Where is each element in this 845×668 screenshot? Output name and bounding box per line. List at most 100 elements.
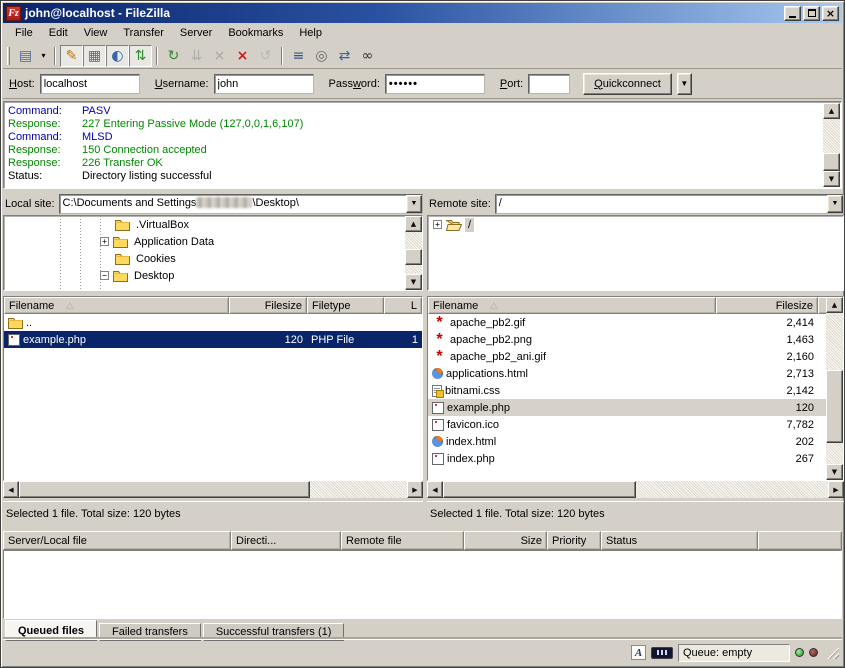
column-header-l[interactable]: L bbox=[384, 297, 422, 314]
site-manager-dropdown-button[interactable]: ▾ bbox=[37, 45, 50, 67]
file-row-bitnami-css[interactable]: bitnami.css2,142 bbox=[428, 382, 843, 399]
remote-site-combobox[interactable]: / ▼ bbox=[495, 194, 844, 214]
queue-column-priority[interactable]: Priority bbox=[547, 531, 601, 550]
scroll-up-button[interactable]: ▲ bbox=[405, 216, 422, 232]
scroll-down-button[interactable]: ▼ bbox=[823, 171, 840, 187]
tab-queued-files[interactable]: Queued files bbox=[5, 620, 97, 641]
menu-bookmarks[interactable]: Bookmarks bbox=[220, 24, 291, 42]
scrollbar-thumb[interactable] bbox=[443, 481, 636, 498]
scroll-right-button[interactable]: ▶ bbox=[407, 481, 423, 498]
tree-item-application-data[interactable]: +Application Data bbox=[4, 233, 422, 250]
collapse-icon[interactable]: − bbox=[100, 271, 109, 280]
disconnect-button[interactable]: × bbox=[231, 45, 254, 67]
column-header-filetype[interactable]: Filetype bbox=[307, 297, 384, 314]
scrollbar-track[interactable] bbox=[405, 232, 422, 274]
resize-grip[interactable] bbox=[826, 646, 839, 659]
remote-list-scrollbar[interactable]: ▲ ▼ bbox=[826, 297, 843, 480]
local-site-combobox[interactable]: C:\Documents and Settings\Desktop\ ▼ bbox=[59, 194, 423, 214]
column-header-filesize[interactable]: Filesize bbox=[716, 297, 818, 314]
queue-column-status[interactable]: Status bbox=[601, 531, 758, 550]
file-row-item[interactable]: .. bbox=[4, 314, 422, 331]
maximize-button[interactable] bbox=[803, 6, 820, 21]
file-row-apache-pb2-png[interactable]: *apache_pb2.png1,463 bbox=[428, 331, 843, 348]
menu-file[interactable]: File bbox=[7, 24, 41, 42]
password-input[interactable] bbox=[385, 74, 485, 94]
scrollbar-track[interactable] bbox=[19, 481, 407, 498]
filter-button[interactable]: ≡ bbox=[287, 45, 310, 67]
close-button[interactable]: × bbox=[822, 6, 839, 21]
log-scrollbar[interactable]: ▲ ▼ bbox=[823, 103, 840, 187]
menu-server[interactable]: Server bbox=[172, 24, 220, 42]
scroll-up-button[interactable]: ▲ bbox=[826, 297, 843, 313]
scroll-left-button[interactable]: ◀ bbox=[3, 481, 19, 498]
scroll-down-button[interactable]: ▼ bbox=[826, 464, 843, 480]
scroll-up-button[interactable]: ▲ bbox=[823, 103, 840, 119]
column-header-filename[interactable]: Filename△ bbox=[4, 297, 229, 314]
status-bar: A Queue: empty bbox=[3, 639, 842, 665]
column-header-filesize[interactable]: Filesize bbox=[229, 297, 307, 314]
speed-limit-icon[interactable] bbox=[651, 647, 673, 659]
file-row-applications-html[interactable]: applications.html2,713 bbox=[428, 365, 843, 382]
expand-icon[interactable]: + bbox=[100, 237, 109, 246]
filesize-cell: 120 bbox=[229, 331, 307, 348]
quickconnect-dropdown-button[interactable]: ▼ bbox=[677, 73, 692, 95]
username-input[interactable] bbox=[214, 74, 314, 94]
menu-view[interactable]: View bbox=[76, 24, 116, 42]
scrollbar-thumb[interactable] bbox=[19, 481, 310, 498]
file-row-example-php[interactable]: example.php120 bbox=[428, 399, 843, 416]
file-row-apache-pb2-ani-gif[interactable]: *apache_pb2_ani.gif2,160 bbox=[428, 348, 843, 365]
scrollbar-thumb[interactable] bbox=[823, 153, 840, 171]
expand-icon[interactable]: + bbox=[433, 220, 442, 229]
file-row-index-php[interactable]: index.php267 bbox=[428, 450, 843, 467]
file-row-example-php[interactable]: example.php120PHP File1 bbox=[4, 331, 422, 348]
file-row-apache-pb2-gif[interactable]: *apache_pb2.gif2,414 bbox=[428, 314, 843, 331]
arrow-up-icon: ▲ bbox=[411, 220, 416, 228]
local-tree-scrollbar[interactable]: ▲ ▼ bbox=[405, 216, 422, 290]
minimize-button[interactable] bbox=[784, 6, 801, 21]
scroll-left-button[interactable]: ◀ bbox=[427, 481, 443, 498]
menu-help[interactable]: Help bbox=[291, 24, 330, 42]
host-input[interactable] bbox=[40, 74, 140, 94]
site-manager-button[interactable]: ▤ bbox=[14, 45, 37, 67]
local-site-dropdown-button[interactable]: ▼ bbox=[406, 195, 422, 213]
column-header-filename[interactable]: Filename△ bbox=[428, 297, 716, 314]
queue-column-directi[interactable]: Directi... bbox=[231, 531, 341, 550]
file-row-index-html[interactable]: index.html202 bbox=[428, 433, 843, 450]
filetype-cell bbox=[307, 314, 384, 331]
scroll-right-button[interactable]: ▶ bbox=[828, 481, 844, 498]
toggle-remote-tree-button[interactable]: ◐ bbox=[106, 45, 129, 67]
refresh-button[interactable]: ↻ bbox=[162, 45, 185, 67]
scrollbar-track[interactable] bbox=[443, 481, 828, 498]
synchronized-browsing-button[interactable]: ⇄ bbox=[333, 45, 356, 67]
scrollbar-thumb[interactable] bbox=[826, 370, 843, 442]
remote-list-hscrollbar[interactable]: ◀ ▶ bbox=[427, 481, 844, 498]
toggle-transfer-queue-button[interactable]: ⇅ bbox=[129, 45, 152, 67]
tree-item-cookies[interactable]: Cookies bbox=[4, 250, 422, 267]
file-row-favicon-ico[interactable]: favicon.ico7,782 bbox=[428, 416, 843, 433]
scrollbar-thumb[interactable] bbox=[405, 249, 422, 265]
local-list-hscrollbar[interactable]: ◀ ▶ bbox=[3, 481, 423, 498]
data-type-indicator-icon[interactable]: A bbox=[631, 645, 646, 660]
directory-comparison-button[interactable]: ◎ bbox=[310, 45, 333, 67]
tree-item-virtualbox[interactable]: .VirtualBox bbox=[4, 216, 422, 233]
queue-column-server-local-file[interactable]: Server/Local file bbox=[3, 531, 231, 550]
port-input[interactable] bbox=[528, 74, 570, 94]
queue-column-size[interactable]: Size bbox=[464, 531, 547, 550]
tree-item-item[interactable]: +/ bbox=[428, 216, 843, 233]
title-bar[interactable]: Fz john@localhost - FileZilla × bbox=[3, 3, 842, 23]
scroll-down-button[interactable]: ▼ bbox=[405, 274, 422, 290]
tree-item-desktop[interactable]: −Desktop bbox=[4, 267, 422, 284]
scrollbar-track[interactable] bbox=[823, 119, 840, 171]
queue-column-remote-file[interactable]: Remote file bbox=[341, 531, 464, 550]
remote-site-dropdown-button[interactable]: ▼ bbox=[827, 195, 843, 213]
menu-edit[interactable]: Edit bbox=[41, 24, 76, 42]
toolbar-gripper[interactable] bbox=[7, 47, 10, 65]
toggle-message-log-button[interactable]: ✎ bbox=[60, 45, 83, 67]
quickconnect-button[interactable]: Quickconnect bbox=[583, 73, 672, 95]
toggle-local-tree-button[interactable]: ▦ bbox=[83, 45, 106, 67]
scrollbar-track[interactable] bbox=[826, 313, 843, 464]
find-files-button[interactable]: ∞ bbox=[356, 45, 379, 67]
menu-transfer[interactable]: Transfer bbox=[115, 24, 172, 42]
queue-column-blank[interactable] bbox=[758, 531, 842, 550]
local-site-label: Local site: bbox=[3, 198, 55, 210]
